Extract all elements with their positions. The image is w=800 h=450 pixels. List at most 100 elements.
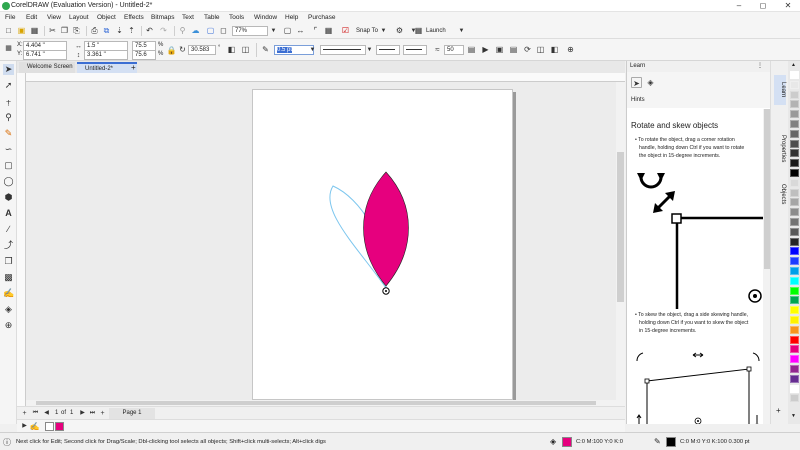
first-page-icon[interactable]: ⏮ [30,408,41,419]
horizontal-ruler[interactable] [26,73,625,82]
snap-icon[interactable]: ☑ [340,25,351,36]
palette-swatch[interactable] [790,316,799,324]
show-rulers-icon[interactable]: ⌜ [310,25,321,36]
lock-ratio-icon[interactable]: 🔒 [166,45,177,56]
snap-to-button[interactable]: Snap To [356,28,378,34]
start-arrow-select[interactable] [376,45,400,55]
export-pdf-icon[interactable]: ⧉ [101,25,112,36]
pick-tool-icon[interactable]: ➤ [3,64,14,75]
open-icon[interactable]: ▣ [16,25,27,36]
zoom-dropdown-icon[interactable]: ▼ [268,26,279,37]
text-tool-icon[interactable]: A [3,208,14,219]
full-screen-icon[interactable]: ▢ [205,25,216,36]
magenta-petal-shape[interactable] [363,171,409,287]
import-icon[interactable]: ⇣ [114,25,125,36]
palette-swatch[interactable] [790,247,799,256]
no-color-swatch[interactable] [45,422,54,431]
palette-swatch[interactable] [790,169,799,177]
reference-point-icon[interactable]: ▦ [3,43,14,54]
search-content-icon[interactable]: ⚲ [177,25,188,36]
import-cloud-icon[interactable]: ☁ [190,25,201,36]
palette-swatch[interactable] [790,325,799,334]
paste-icon[interactable]: ⎘ [71,25,82,36]
palette-swatch[interactable] [790,267,799,275]
mirror-horizontal-icon[interactable]: ◧ [226,44,237,55]
menu-purchase[interactable]: Purchase [308,14,335,21]
redo-icon[interactable]: ↷ [158,25,169,36]
palette-up-icon[interactable]: ▲ [791,62,796,68]
interactive-fill-icon[interactable]: ◈ [3,304,14,315]
zoom-level-input[interactable]: 77% [232,26,268,36]
menu-window[interactable]: Window [254,14,277,21]
palette-swatch[interactable] [790,129,799,138]
zoom-tool-icon[interactable]: ⚲ [3,112,14,123]
palette-swatch[interactable] [790,80,799,89]
freehand-tool-icon[interactable]: ✎ [3,128,14,139]
artistic-media-icon[interactable]: ∽ [3,144,14,155]
launch-app-icon[interactable]: ▦ [413,25,424,36]
hints-pointer-icon[interactable]: ➤ [631,77,642,88]
snap-dropdown-icon[interactable]: ▼ [378,26,389,37]
palette-swatch[interactable] [790,394,799,403]
docker-tab-learn[interactable]: Learn [774,75,786,105]
menu-view[interactable]: View [47,14,61,21]
palette-swatch[interactable] [790,335,799,344]
to-front-icon[interactable]: ▣ [494,44,505,55]
palette-swatch[interactable] [790,159,799,168]
polygon-tool-icon[interactable]: ⬢ [3,192,14,203]
zoom-fit-icon[interactable]: ◻ [218,25,229,36]
tab-untitled-2[interactable]: Untitled-2* [77,62,137,73]
palette-swatch[interactable] [790,198,799,207]
docker-tab-properties[interactable]: Properties [774,129,786,169]
palette-swatch[interactable] [790,178,799,187]
export-icon[interactable]: ⇡ [126,25,137,36]
vertical-scrollbar[interactable] [616,82,625,406]
scale-height-input[interactable]: 75.6 [132,50,156,60]
palette-swatch[interactable] [790,276,799,285]
docker-add-icon[interactable]: + [776,406,781,415]
drop-shadow-icon[interactable]: ❐ [3,256,14,267]
palette-swatch[interactable] [790,120,799,128]
y-position-input[interactable]: 6.741 " [23,50,67,60]
transparency-tool-icon[interactable]: ▩ [3,272,14,283]
smart-fill-icon[interactable]: ⊕ [3,320,14,331]
align-icon[interactable]: ◫ [535,44,546,55]
maximize-icon[interactable]: ◻ [752,0,774,12]
palette-swatch[interactable] [790,188,799,197]
end-arrow-select[interactable] [403,45,427,55]
palette-swatch[interactable] [790,355,799,364]
add-page-before-icon[interactable]: + [19,408,30,419]
palette-swatch[interactable] [790,306,799,315]
palette-swatch[interactable] [790,237,799,246]
wrap-text-icon[interactable]: ▤ [466,44,477,55]
fill-color-swatch[interactable] [562,437,572,447]
palette-swatch[interactable] [790,384,799,393]
tab-welcome-screen[interactable]: Welcome Screen [19,62,75,73]
palette-swatch[interactable] [790,296,799,305]
close-icon[interactable]: ✕ [777,0,799,12]
palette-swatch[interactable] [790,90,799,99]
palette-swatch[interactable] [790,71,799,79]
add-tab-button[interactable]: + [131,62,136,73]
new-document-icon[interactable]: □ [3,25,14,36]
page-1-tab[interactable]: Page 1 [109,408,155,419]
eyedropper-icon[interactable]: ✍ [3,288,14,299]
hints-fill-icon[interactable]: ◈ [645,77,656,88]
line-style-dropdown-icon[interactable]: ▼ [364,45,375,56]
shape-tool-icon[interactable]: ➚ [3,80,14,91]
outline-color-swatch[interactable] [666,437,676,447]
align-center-icon[interactable]: ◧ [549,44,560,55]
vertical-ruler[interactable] [17,73,26,406]
palette-swatch[interactable] [790,227,799,236]
menu-file[interactable]: File [5,14,15,21]
launch-dropdown-icon[interactable]: ▼ [456,26,467,37]
magenta-document-swatch[interactable] [55,422,64,431]
to-back-icon[interactable]: ▤ [508,44,519,55]
palette-swatch[interactable] [790,208,799,217]
copy-icon[interactable]: ❐ [59,25,70,36]
menu-help[interactable]: Help [285,14,298,21]
outline-width-dropdown-icon[interactable]: ▼ [307,45,318,56]
print-icon[interactable]: ⎙ [89,25,100,36]
connector-tool-icon[interactable]: ⤴ [3,240,14,251]
menu-table[interactable]: Table [204,14,220,21]
